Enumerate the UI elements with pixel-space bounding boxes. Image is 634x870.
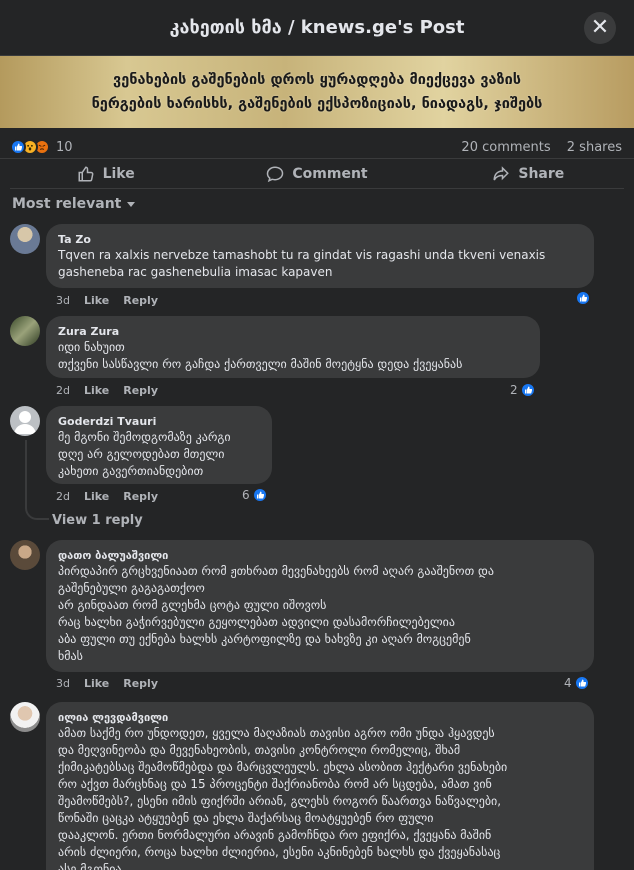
page-title: კახეთის ხმა / knews.ge's Post xyxy=(169,17,465,38)
share-button[interactable]: Share xyxy=(423,165,634,183)
close-button[interactable]: ✕ xyxy=(584,12,616,44)
comment-meta: 2d Like Reply xyxy=(56,490,172,503)
comment-text-line: დღე არ გელოდებათ მთელი xyxy=(58,447,225,461)
comment-icon xyxy=(267,165,284,182)
comment-text-line: რო აქვთ მარცხნაც და 15 პროცენტი შაქრიანო… xyxy=(58,777,492,791)
comment-like-button[interactable]: Like xyxy=(84,490,109,503)
comment-reactions[interactable]: 2 xyxy=(510,382,536,398)
comment-text-line: თქვენი სასწავლი რო გაჩდა ქართველი მაშინ … xyxy=(58,357,463,371)
like-button[interactable]: Like xyxy=(0,165,211,183)
comment-text-line: გაშენებული გაგაგათქოო xyxy=(58,581,205,595)
comment-bubble: Goderdzi Tvauri მე მგონი შემოდგომაზე კარ… xyxy=(46,406,272,484)
comment-text-line: წონაში ცაცკა ატყუებენ და ეხლა შაქარსაც მ… xyxy=(58,811,434,825)
comment-reaction-count: 2 xyxy=(510,383,518,397)
comment-text-line: ხმას xyxy=(58,649,83,663)
share-button-label: Share xyxy=(518,165,565,182)
comment-item: Ta Zo Tqven ra xalxis nervebze tamashobt… xyxy=(10,224,624,308)
comment-sort-dropdown[interactable]: Most relevant xyxy=(12,196,136,212)
like-reaction-icon xyxy=(575,290,591,306)
comment-time[interactable]: 3d xyxy=(56,294,70,307)
divider xyxy=(10,188,624,189)
banner-text-line-1: ვენახების გაშენების დროს ყურადღება მიექც… xyxy=(113,72,521,88)
comment-meta: 3d Like Reply xyxy=(56,294,172,307)
comment-reaction-count: 4 xyxy=(564,676,572,690)
comment-button-label: Comment xyxy=(292,165,368,182)
close-icon: ✕ xyxy=(590,15,610,40)
comment-time[interactable]: 2d xyxy=(56,384,70,397)
comment-item: Goderdzi Tvauri მე მგონი შემოდგომაზე კარ… xyxy=(10,406,624,506)
comment-like-button[interactable]: Like xyxy=(84,677,109,690)
comment-author[interactable]: Ta Zo xyxy=(58,232,582,247)
comment-text-line: არ გინდაათ რომ გლეხმა ცოტა ფული იშოვოს xyxy=(58,598,327,612)
avatar[interactable] xyxy=(10,702,40,732)
comment-reply-button[interactable]: Reply xyxy=(123,490,158,503)
comment-text-line: ასე მგონია xyxy=(58,862,122,870)
view-replies-link[interactable]: View 1 reply xyxy=(52,513,143,528)
comment-meta: 2d Like Reply xyxy=(56,384,172,397)
comment-reply-button[interactable]: Reply xyxy=(123,677,158,690)
comment-text-line: არის ძლიერი, როცა ხალხი ძლიერია, ესენი ა… xyxy=(58,845,501,859)
reaction-count: 10 xyxy=(56,139,73,155)
comment-text-line: შეამოწმებს?, ესენი იმის ფიქრში არიან, გლ… xyxy=(58,794,502,808)
comment-author[interactable]: ილია ლევდამვილი xyxy=(58,710,582,725)
comment-bubble: დათო ბალუაშვილი პირდაპირ გრცხვენიაათ რომ… xyxy=(46,540,594,672)
banner-text-line-2: ნერგების ხარისხს, გაშენების ექსპოზიციას,… xyxy=(91,96,543,112)
avatar[interactable] xyxy=(10,316,40,346)
avatar[interactable] xyxy=(10,540,40,570)
comment-bubble: Ta Zo Tqven ra xalxis nervebze tamashobt… xyxy=(46,224,594,288)
comment-bubble: ილია ლევდამვილი ამათ საქმე რო უნდოდეთ, ყ… xyxy=(46,702,594,870)
like-reaction-icon xyxy=(10,139,26,155)
comment-text-line: ქიმიკატებსაც შეამოწმებდა და მარცვლეულს. … xyxy=(58,760,508,774)
comment-bubble: Zura Zura იდი ნახუით თქვენი სასწავლი რო … xyxy=(46,316,540,378)
comment-time[interactable]: 2d xyxy=(56,490,70,503)
post-modal-header: კახეთის ხმა / knews.ge's Post ✕ xyxy=(0,0,634,56)
comment-reply-button[interactable]: Reply xyxy=(123,294,158,307)
reply-thread-line xyxy=(25,440,49,520)
comment-text-line: კახეთი გავერთიანდებით xyxy=(58,464,204,478)
comment-item: Zura Zura იდი ნახუით თქვენი სასწავლი რო … xyxy=(10,316,624,400)
comment-text-line: ამათ საქმე რო უნდოდეთ, ყველა მაღაზიას თა… xyxy=(58,726,495,740)
thumbs-up-icon xyxy=(78,165,94,181)
reactions-summary[interactable]: 10 xyxy=(10,139,73,155)
comment-like-button[interactable]: Like xyxy=(84,384,109,397)
avatar[interactable] xyxy=(10,406,40,436)
comment-text-line: და მეღვინეობა და მევენახეობის, თავისი კო… xyxy=(58,743,461,757)
share-icon xyxy=(493,165,510,180)
comment-text-line: დააკლონ. ერთი ნორმალური არავინ გამოჩნდა … xyxy=(58,828,492,842)
chevron-down-icon xyxy=(127,201,136,207)
comment-text-line: იდი ნახუით xyxy=(58,340,125,354)
shares-count-link[interactable]: 2 shares xyxy=(567,140,622,155)
post-action-bar: Like Comment Share xyxy=(0,158,634,188)
comment-reactions[interactable]: 6 xyxy=(242,487,268,503)
comment-author[interactable]: დათო ბალუაშვილი xyxy=(58,548,582,563)
comment-text-line: Tqven ra xalxis nervebze tamashobt tu ra… xyxy=(58,248,546,262)
like-reaction-icon xyxy=(519,382,536,398)
comment-reaction-count: 6 xyxy=(242,488,250,502)
comment-text-line: აბა ფული თუ ექნება ხალხს კარტოფილზე და ხ… xyxy=(58,632,471,646)
avatar[interactable] xyxy=(10,224,40,254)
comment-author[interactable]: Zura Zura xyxy=(58,324,528,339)
post-image-banner[interactable]: ვენახების გაშენების დროს ყურადღება მიექც… xyxy=(0,56,634,128)
comment-item: ილია ლევდამვილი ამათ საქმე რო უნდოდეთ, ყ… xyxy=(10,702,624,870)
comment-author[interactable]: Goderdzi Tvauri xyxy=(58,414,260,429)
comment-item: დათო ბალუაშვილი პირდაპირ გრცხვენიაათ რომ… xyxy=(10,540,624,692)
default-avatar-icon xyxy=(14,411,36,434)
comments-count-link[interactable]: 20 comments xyxy=(461,140,550,155)
comment-text-line: მე მგონი შემოდგომაზე კარგი xyxy=(58,430,231,444)
comment-reactions[interactable] xyxy=(573,290,591,306)
comment-text-line: gasheneba rac gashenebulia imasac kapave… xyxy=(58,265,333,279)
comment-reactions[interactable]: 4 xyxy=(564,675,590,691)
like-button-label: Like xyxy=(102,165,135,182)
comment-like-button[interactable]: Like xyxy=(84,294,109,307)
like-reaction-icon xyxy=(573,675,590,691)
comment-reply-button[interactable]: Reply xyxy=(123,384,158,397)
comment-text-line: პირდაპირ გრცხვენიაათ რომ ჟთხრათ მევენახე… xyxy=(58,564,494,578)
comment-time[interactable]: 3d xyxy=(56,677,70,690)
comment-meta: 3d Like Reply xyxy=(56,677,172,690)
sort-label: Most relevant xyxy=(12,196,122,212)
comment-text-line: რაც ხალხი გაჭირვებული გეყოლებათ ადვილი დ… xyxy=(58,615,455,629)
like-reaction-icon xyxy=(251,487,268,503)
comment-button[interactable]: Comment xyxy=(211,165,422,183)
post-stats: 10 20 comments 2 shares xyxy=(10,136,622,158)
